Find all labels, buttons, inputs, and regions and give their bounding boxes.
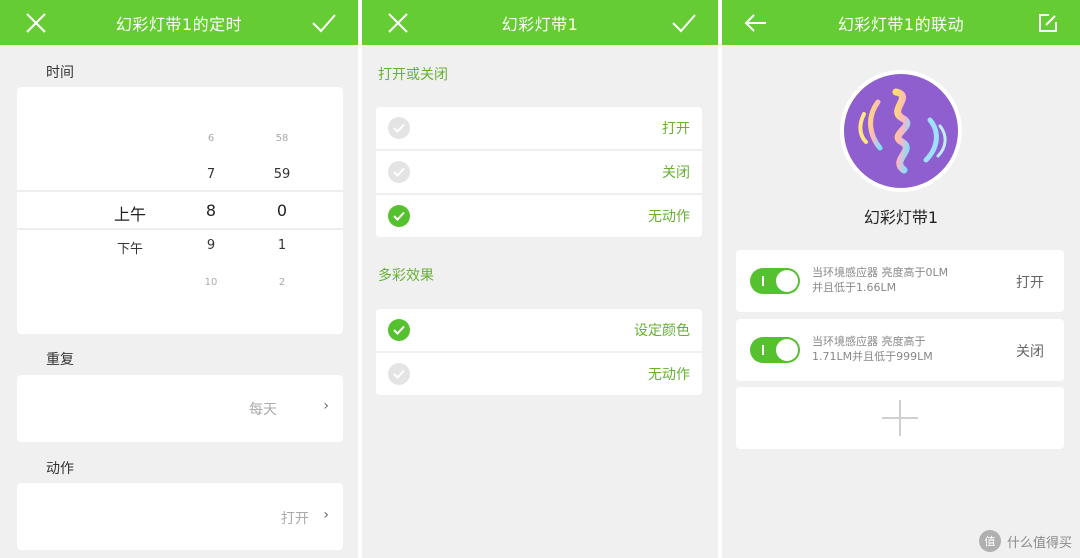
plus-icon	[882, 400, 918, 436]
edit-button[interactable]	[1026, 0, 1070, 45]
option-label: 关闭	[662, 165, 690, 181]
time-section-label: 时间	[46, 65, 74, 81]
check-circle-icon	[388, 117, 410, 139]
hour-option[interactable]: 9	[191, 238, 231, 253]
linkage-header: 幻彩灯带1的联动	[722, 0, 1080, 45]
rule-condition: 并且低于1.66LM	[812, 281, 897, 294]
confirm-button[interactable]	[662, 0, 706, 45]
rule-action: 关闭	[1016, 344, 1044, 360]
picker-selection-line	[17, 228, 343, 230]
rule-toggle[interactable]	[750, 268, 800, 294]
repeat-row[interactable]: 每天 ›	[17, 375, 343, 442]
timer-panel: 幻彩灯带1的定时 时间 6 58 7 59 上午 8 0 下午 9 1 10 2…	[0, 0, 358, 558]
effect-section-label: 多彩效果	[378, 268, 434, 284]
hour-selected[interactable]: 8	[191, 201, 231, 220]
repeat-value: 每天	[249, 402, 277, 418]
timer-header: 幻彩灯带1的定时	[0, 0, 358, 45]
add-rule-button[interactable]	[736, 387, 1064, 449]
page-title: 幻彩灯带1	[501, 14, 579, 34]
action-row[interactable]: 打开 ›	[17, 483, 343, 550]
picker-selection-line	[17, 190, 343, 192]
watermark-text: 什么值得买	[1006, 535, 1072, 551]
chevron-right-icon: ›	[323, 398, 329, 414]
option-label: 无动作	[648, 209, 690, 225]
option-close[interactable]: 关闭	[376, 151, 702, 193]
device-name: 幻彩灯带1	[863, 208, 939, 227]
option-open[interactable]: 打开	[376, 107, 702, 149]
linkage-panel: 幻彩灯带1的联动 幻彩灯带1 当环境感应器 亮度高于0LM 并且低于1.66LM…	[722, 0, 1080, 558]
action-panel: 幻彩灯带1 打开或关闭 打开 关闭 无动作 多彩效果 设定颜色 无动作	[362, 0, 718, 558]
device-avatar	[840, 70, 962, 192]
hour-option[interactable]: 7	[191, 167, 231, 182]
chevron-right-icon: ›	[323, 507, 329, 523]
check-icon	[312, 13, 336, 32]
linkage-rule[interactable]: 当环境感应器 亮度高于 1.71LM并且低于999LM 关闭	[736, 319, 1064, 381]
check-circle-icon	[388, 205, 410, 227]
back-button[interactable]	[734, 0, 778, 45]
minute-selected[interactable]: 0	[262, 201, 302, 220]
option-set-color[interactable]: 设定颜色	[376, 309, 702, 351]
rule-toggle[interactable]	[750, 337, 800, 363]
close-icon	[388, 12, 408, 33]
page-title: 幻彩灯带1的定时	[115, 14, 243, 34]
close-button[interactable]	[376, 0, 420, 45]
time-picker[interactable]: 6 58 7 59 上午 8 0 下午 9 1 10 2	[17, 87, 343, 334]
hour-option[interactable]: 6	[191, 133, 231, 144]
option-label: 设定颜色	[634, 323, 690, 339]
check-circle-icon	[388, 319, 410, 341]
option-label: 无动作	[648, 367, 690, 383]
minute-option[interactable]: 59	[262, 167, 302, 182]
check-circle-icon	[388, 363, 410, 385]
page-title: 幻彩灯带1的联动	[837, 14, 965, 34]
minute-option[interactable]: 58	[262, 133, 302, 144]
hour-option[interactable]: 10	[191, 277, 231, 288]
rule-action: 打开	[1016, 275, 1044, 291]
watermark: 值 什么值得买	[978, 530, 1072, 552]
confirm-button[interactable]	[302, 0, 346, 45]
rule-condition: 当环境感应器 亮度高于	[812, 335, 926, 348]
ampm-option[interactable]: 下午	[105, 238, 155, 257]
light-strip-icon	[858, 88, 947, 174]
option-label: 打开	[662, 121, 690, 137]
rule-condition: 1.71LM并且低于999LM	[812, 350, 933, 363]
onoff-section-label: 打开或关闭	[378, 67, 448, 83]
check-icon	[672, 13, 696, 32]
minute-option[interactable]: 2	[262, 277, 302, 288]
linkage-rule[interactable]: 当环境感应器 亮度高于0LM 并且低于1.66LM 打开	[736, 250, 1064, 312]
edit-icon	[1039, 13, 1057, 32]
ampm-selected[interactable]: 上午	[105, 201, 155, 225]
close-icon	[26, 12, 46, 33]
watermark-logo: 值	[978, 530, 1001, 552]
option-no-action[interactable]: 无动作	[376, 195, 702, 237]
rule-condition: 当环境感应器 亮度高于0LM	[812, 266, 949, 279]
action-section-label: 动作	[46, 461, 74, 477]
action-value: 打开	[281, 511, 309, 527]
option-effect-no-action[interactable]: 无动作	[376, 353, 702, 395]
check-circle-icon	[388, 161, 410, 183]
back-arrow-icon	[744, 13, 766, 32]
action-header: 幻彩灯带1	[362, 0, 718, 45]
minute-option[interactable]: 1	[262, 238, 302, 253]
repeat-section-label: 重复	[46, 352, 74, 368]
close-button[interactable]	[14, 0, 58, 45]
